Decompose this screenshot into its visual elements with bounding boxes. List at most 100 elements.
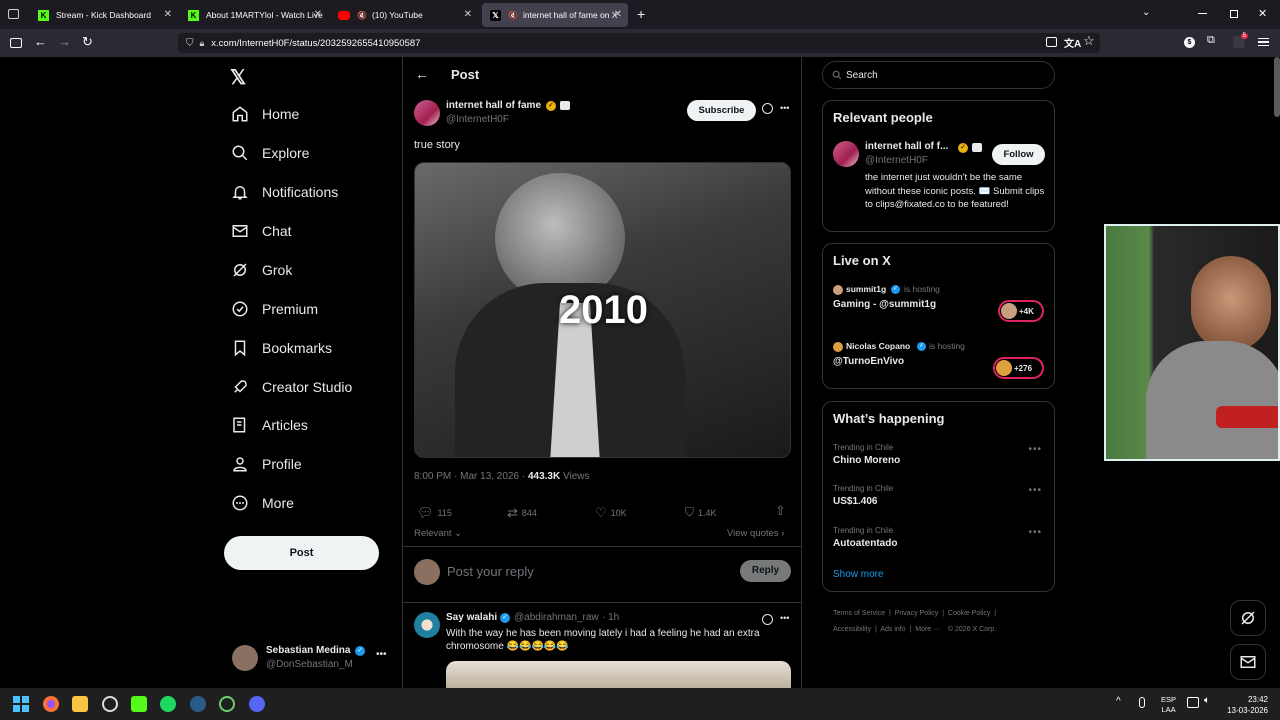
tab-youtube[interactable]: 🔇 (10) YouTube ✕ (330, 3, 478, 27)
windows-start-icon[interactable] (13, 696, 29, 712)
reply-post[interactable]: Say walahi ✓ @abdirahman_raw · 1h ••• Wi… (403, 603, 801, 688)
reader-view-icon[interactable] (1046, 37, 1057, 47)
restore-button[interactable] (1230, 10, 1238, 18)
search-input[interactable]: Search (822, 61, 1055, 89)
footer-link[interactable]: Cookie Policy (948, 610, 990, 617)
trend-item[interactable]: Trending in Chile Autoatentado (833, 526, 1045, 549)
back-arrow-icon[interactable]: ← (415, 66, 429, 82)
close-icon[interactable]: ✕ (614, 9, 622, 20)
follow-button[interactable]: Follow (992, 144, 1045, 165)
discord-icon[interactable] (249, 696, 265, 712)
bookmark-action[interactable]: ⛉ 1.4K (685, 505, 717, 520)
footer-link[interactable]: Ads info (880, 626, 905, 633)
view-quotes-link[interactable]: View quotes › (727, 528, 784, 539)
translate-icon[interactable]: 文A (1064, 35, 1081, 50)
sidebar-item-home[interactable]: Home (230, 102, 299, 126)
account-switcher[interactable]: Sebastian Medina ✓ @DonSebastian_M ••• (230, 643, 390, 673)
live-item[interactable]: summit1g ✓ is hosting Gaming - @summit1g… (833, 284, 1045, 324)
mute-icon[interactable]: 🔇 (357, 11, 367, 20)
live-item[interactable]: Nicolas Copano ✓ is hosting @TurnoEnVivo… (833, 341, 1045, 381)
x-logo-icon[interactable]: 𝕏 (230, 65, 246, 90)
person-handle[interactable]: @InternetH0F (865, 155, 928, 166)
share-icon[interactable]: ⇧ (775, 503, 786, 519)
firefox-icon[interactable] (43, 696, 59, 712)
activity-icon[interactable] (219, 696, 235, 712)
sort-dropdown[interactable]: Relevant ⌄ (414, 528, 462, 539)
obs-icon[interactable] (102, 696, 118, 712)
avatar[interactable] (414, 100, 440, 126)
more-dots-icon[interactable]: ••• (1028, 485, 1042, 496)
menu-hamburger-icon[interactable] (1258, 38, 1269, 46)
back-arrow-icon[interactable]: ← (34, 34, 47, 49)
sidebar-item-bookmarks[interactable]: Bookmarks (230, 336, 332, 360)
more-dots-icon[interactable]: ••• (376, 649, 387, 660)
grok-icon[interactable] (762, 103, 773, 114)
url-text[interactable]: x.com/InternetH0F/status/203259265541095… (211, 38, 420, 49)
repost-action[interactable]: ⇄ 844 (507, 505, 537, 521)
more-dots-icon[interactable]: ••• (780, 103, 789, 113)
grok-icon[interactable] (762, 614, 773, 625)
minimize-button[interactable] (1198, 13, 1207, 14)
lock-icon[interactable]: 🔒︎ (200, 38, 205, 49)
trend-item[interactable]: Trending in Chile Chino Moreno (833, 443, 1045, 466)
reply-button[interactable]: Reply (740, 560, 791, 582)
reply-author-name[interactable]: Say walahi (446, 612, 497, 623)
grok-fab[interactable] (1230, 600, 1266, 636)
author-name[interactable]: internet hall of fame (446, 100, 541, 111)
network-icon[interactable] (1187, 697, 1199, 708)
extension-badge-icon[interactable]: 5 (1233, 33, 1248, 48)
more-dots-icon[interactable]: ••• (1028, 527, 1042, 538)
sidebar-item-premium[interactable]: Premium (230, 297, 318, 321)
mute-icon[interactable]: 🔇 (508, 11, 518, 20)
more-dots-icon[interactable]: ••• (1028, 444, 1042, 455)
close-icon[interactable]: ✕ (164, 9, 172, 20)
footer-link[interactable]: Privacy Policy (895, 610, 939, 617)
reload-icon[interactable]: ↻ (82, 34, 93, 50)
url-bar[interactable]: ⛉ 🔒︎ x.com/InternetH0F/status/2032592655… (178, 33, 1100, 53)
sidebar-item-grok[interactable]: Grok (230, 258, 292, 282)
sidebar-item-articles[interactable]: Articles (230, 413, 308, 437)
reply-media[interactable] (446, 661, 791, 688)
sidebar-item-creator-studio[interactable]: Creator Studio (230, 375, 352, 399)
sidebar-toggle-icon[interactable] (10, 38, 22, 48)
more-dots-icon[interactable]: ••• (780, 613, 789, 623)
post-button[interactable]: Post (224, 536, 379, 570)
sidebar-item-more[interactable]: More (230, 491, 294, 515)
author-handle[interactable]: @InternetH0F (446, 114, 509, 125)
footer-link[interactable]: More ··· (915, 626, 940, 633)
sidebar-item-profile[interactable]: Profile (230, 452, 302, 476)
shield-icon[interactable]: ⛉ (186, 38, 194, 49)
like-action[interactable]: ♡ 10K (595, 505, 627, 521)
extension-icon[interactable]: $ (1184, 37, 1195, 48)
sidebar-item-notifications[interactable]: Notifications (230, 180, 338, 204)
close-icon[interactable]: ✕ (464, 9, 472, 20)
kick-icon[interactable] (131, 696, 147, 712)
person-name[interactable]: internet hall of f... (865, 141, 948, 152)
forward-arrow-icon[interactable]: → (58, 34, 71, 49)
microphone-icon[interactable] (1139, 697, 1145, 708)
show-more-link[interactable]: Show more (833, 569, 884, 580)
chat-fab[interactable] (1230, 644, 1266, 680)
reply-input[interactable]: Post your reply (447, 564, 727, 579)
subscribe-button[interactable]: Subscribe (687, 100, 756, 121)
chevron-up-icon[interactable]: ^ (1116, 696, 1121, 707)
speaker-icon[interactable]: 🔈︎ (1204, 695, 1210, 706)
sidebar-item-explore[interactable]: Explore (230, 141, 309, 165)
chevron-down-icon[interactable]: ⌄ (1142, 7, 1150, 18)
tab-kick-watch[interactable]: K About 1MARTYlol - Watch Live ✕ (180, 3, 328, 27)
steam-icon[interactable] (190, 696, 206, 712)
extensions-puzzle-icon[interactable]: ⧉ (1207, 34, 1215, 47)
close-icon[interactable]: ✕ (314, 9, 322, 20)
footer-link[interactable]: Terms of Service (833, 610, 885, 617)
new-tab-button[interactable]: + (637, 6, 645, 22)
language-indicator[interactable]: ESP LAA (1161, 695, 1176, 715)
avatar[interactable] (833, 141, 859, 167)
scrollbar[interactable] (1274, 57, 1280, 117)
avatar[interactable] (414, 612, 440, 638)
bookmark-star-icon[interactable]: ☆ (1083, 33, 1095, 49)
reply-author-handle[interactable]: @abdirahman_raw (514, 612, 599, 623)
sidebar-item-chat[interactable]: Chat (230, 219, 292, 243)
file-explorer-icon[interactable] (72, 696, 88, 712)
post-video[interactable]: 2010 (414, 162, 791, 458)
clock[interactable]: 23:42 13-03-2026 (1226, 694, 1268, 716)
